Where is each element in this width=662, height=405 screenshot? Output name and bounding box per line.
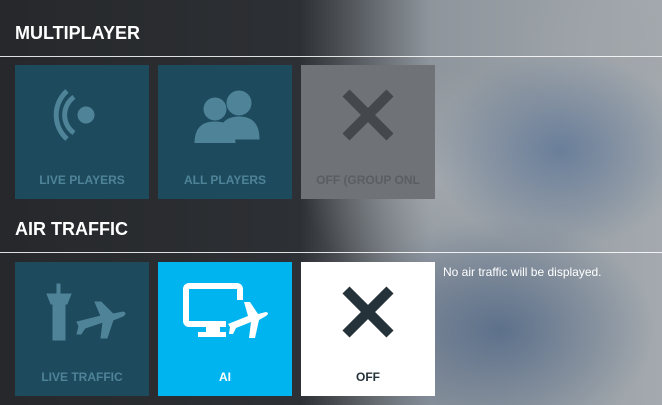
users-icon [194, 90, 260, 143]
header-divider [0, 252, 662, 253]
air-traffic-title: AIR TRAFFIC [15, 219, 128, 239]
header-divider [0, 56, 662, 57]
air-traffic-off-label: OFF [356, 370, 380, 384]
air-traffic-description: No air traffic will be displayed. [443, 265, 602, 279]
all-players-label: ALL PLAYERS [183, 173, 267, 187]
air-traffic-off-option[interactable]: OFF [301, 262, 435, 396]
close-icon [342, 89, 394, 141]
ai-traffic-label: AI [219, 370, 231, 384]
multiplayer-off-label: OFF (GROUP ONL [316, 173, 420, 187]
live-players-label: LIVE PLAYERS [39, 173, 125, 187]
multiplayer-header: MULTIPLAYER [0, 10, 662, 57]
ai-traffic-option[interactable]: AI [158, 262, 292, 396]
multiplayer-title: MULTIPLAYER [15, 23, 141, 43]
live-broadcast-icon [53, 89, 95, 141]
air-traffic-header: AIR TRAFFIC [0, 206, 662, 253]
all-players-option[interactable]: ALL PLAYERS [158, 65, 292, 199]
live-traffic-option[interactable]: LIVE TRAFFIC [15, 262, 149, 396]
control-tower-plane-icon [46, 283, 126, 341]
live-players-option[interactable]: LIVE PLAYERS [15, 65, 149, 199]
monitor-plane-icon [183, 283, 268, 344]
multiplayer-off-option[interactable]: OFF (GROUP ONL [301, 65, 435, 199]
close-icon [342, 286, 394, 338]
live-traffic-label: LIVE TRAFFIC [41, 370, 123, 384]
